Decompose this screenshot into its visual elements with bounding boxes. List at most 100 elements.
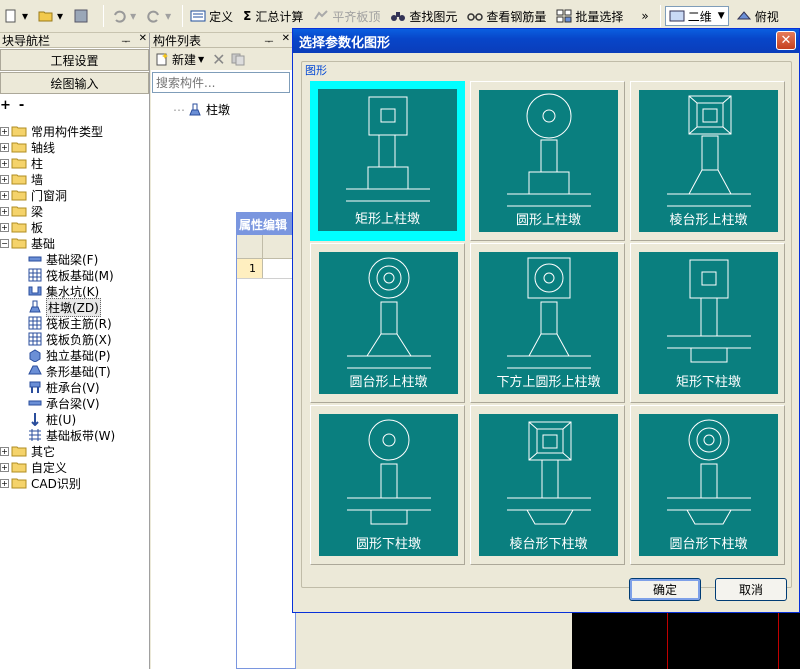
pin-icon[interactable]: ᅮ bbox=[264, 33, 273, 48]
toolbar-overflow-button[interactable]: » bbox=[638, 5, 651, 27]
collapse-icon[interactable]: − bbox=[0, 238, 9, 248]
tree-item-row[interactable]: 条形基础(T) bbox=[0, 363, 150, 379]
tree-item-row[interactable]: 桩承台(V) bbox=[0, 379, 150, 395]
undo-button[interactable]: ▾ bbox=[108, 5, 139, 27]
view-mode-value: 二维 bbox=[687, 9, 712, 24]
tree-item-row[interactable]: 筏板主筋(R) bbox=[0, 315, 150, 331]
tree-item-row[interactable]: 桩(U) bbox=[0, 411, 150, 427]
folder-icon bbox=[11, 142, 27, 153]
undo-icon bbox=[114, 10, 126, 23]
shape-option[interactable]: 下方上圆形上柱墩 bbox=[470, 243, 625, 403]
expand-icon[interactable]: + bbox=[0, 158, 9, 168]
flat-top-button[interactable]: 平齐板顶 bbox=[310, 5, 383, 27]
shape-option[interactable]: 圆台形上柱墩 bbox=[310, 243, 465, 403]
tree-folder-row[interactable]: + 梁 bbox=[0, 203, 150, 219]
tree-item-label: 自定义 bbox=[31, 460, 68, 475]
tree-item-row[interactable]: 基础梁(F) bbox=[0, 251, 150, 267]
tree-item-label: 柱 bbox=[31, 156, 44, 171]
delete-icon[interactable]: ✕ bbox=[212, 50, 225, 69]
drawing-input-button[interactable]: 绘图输入 bbox=[0, 72, 149, 94]
copy-icon[interactable] bbox=[230, 52, 246, 66]
expand-icon[interactable]: + bbox=[0, 142, 9, 152]
cancel-button[interactable]: 取消 bbox=[715, 578, 787, 601]
tree-item-row[interactable]: 承台梁(V) bbox=[0, 395, 150, 411]
tree-item-label: 轴线 bbox=[31, 140, 56, 155]
nav-panel-title: 块导航栏 ᅮ ✕ bbox=[0, 33, 149, 48]
component-search-input[interactable] bbox=[156, 75, 286, 90]
folder-icon bbox=[11, 222, 27, 233]
find-element-button[interactable]: 查找图元 bbox=[387, 5, 460, 27]
tree-tools: + - bbox=[0, 95, 149, 115]
tree-item-row[interactable]: 筏板基础(M) bbox=[0, 267, 150, 283]
find-element-label: 查找图元 bbox=[409, 9, 458, 24]
dialog-title-bar: 选择参数化图形 ✕ bbox=[293, 29, 799, 53]
tree-folder-row[interactable]: + 其它 bbox=[0, 443, 150, 459]
pin-icon[interactable]: ᅮ bbox=[121, 33, 130, 48]
tree-folder-row[interactable]: + 轴线 bbox=[0, 139, 150, 155]
shape-option[interactable]: 圆台形下柱墩 bbox=[630, 405, 785, 565]
component-type-icon bbox=[28, 365, 42, 375]
shape-option[interactable]: 圆形下柱墩 bbox=[310, 405, 465, 565]
collapse-all-icon[interactable]: - bbox=[19, 98, 24, 113]
expand-icon[interactable]: + bbox=[0, 446, 9, 456]
shape-option[interactable]: 棱台形上柱墩 bbox=[630, 81, 785, 241]
project-settings-button[interactable]: 工程设置 bbox=[0, 49, 149, 71]
save-icon bbox=[74, 9, 88, 23]
expand-icon[interactable]: + bbox=[0, 478, 9, 488]
view-rebar-button[interactable]: 查看钢筋量 bbox=[464, 5, 549, 27]
new-component-button[interactable]: 新建 ▼ bbox=[154, 51, 204, 68]
expand-icon[interactable]: + bbox=[0, 190, 9, 200]
new-file-button[interactable]: ▾ bbox=[0, 5, 31, 27]
save-button[interactable] bbox=[70, 5, 95, 27]
grid-line bbox=[778, 612, 779, 669]
tree-folder-row[interactable]: + 墙 bbox=[0, 171, 150, 187]
component-type-icon bbox=[29, 381, 41, 393]
redo-button[interactable]: ▾ bbox=[143, 5, 174, 27]
list-item[interactable]: ⋯ 柱墩 bbox=[173, 101, 230, 118]
list-item-label: 柱墩 bbox=[206, 103, 231, 117]
tree-folder-row[interactable]: + 柱 bbox=[0, 155, 150, 171]
shape-option[interactable]: 圆形上柱墩 bbox=[470, 81, 625, 241]
shape-preview: 棱台形上柱墩 bbox=[639, 90, 778, 232]
tree-item-label: 基础梁(F) bbox=[46, 252, 99, 267]
close-icon[interactable]: ✕ bbox=[282, 33, 290, 48]
tree-folder-row[interactable]: + CAD识别 bbox=[0, 475, 150, 491]
drawing-canvas[interactable] bbox=[572, 612, 800, 669]
shape-option[interactable]: 矩形下柱墩 bbox=[630, 243, 785, 403]
tree-item-label: 门窗洞 bbox=[31, 188, 68, 203]
tree-folder-row[interactable]: + 板 bbox=[0, 219, 150, 235]
expand-icon[interactable]: + bbox=[0, 222, 9, 232]
define-button[interactable]: 定义 bbox=[187, 5, 236, 27]
view-mode-select[interactable]: 二维 ▼ bbox=[664, 6, 729, 26]
tree-folder-row[interactable]: + 门窗洞 bbox=[0, 187, 150, 203]
expand-icon[interactable]: + bbox=[0, 126, 9, 136]
row-number: 1 bbox=[237, 259, 263, 278]
shape-option[interactable]: 矩形上柱墩 bbox=[310, 81, 465, 241]
view-angle-select[interactable]: 俯视 bbox=[733, 5, 782, 27]
sum-calc-button[interactable]: Σ 汇总计算 bbox=[240, 5, 306, 27]
view-angle-value: 俯视 bbox=[754, 9, 779, 24]
table-row[interactable]: 1 bbox=[237, 259, 295, 279]
tree-item-row[interactable]: 基础板带(W) bbox=[0, 427, 150, 443]
expand-icon[interactable]: + bbox=[0, 206, 9, 216]
open-button[interactable]: ▾ bbox=[35, 5, 66, 27]
expand-icon[interactable]: + bbox=[0, 174, 9, 184]
glasses-icon bbox=[467, 13, 484, 21]
tree-folder-row[interactable]: + 常用构件类型 bbox=[0, 123, 150, 139]
close-icon[interactable]: ✕ bbox=[139, 33, 147, 48]
tree-folder-row[interactable]: + 自定义 bbox=[0, 459, 150, 475]
tree-item-row[interactable]: 筏板负筋(X) bbox=[0, 331, 150, 347]
expand-icon[interactable]: + bbox=[0, 462, 9, 472]
component-type-icon bbox=[28, 316, 42, 330]
tree-item-row[interactable]: 柱墩(ZD) bbox=[0, 297, 150, 317]
shape-option[interactable]: 棱台形下柱墩 bbox=[470, 405, 625, 565]
expand-all-icon[interactable]: + bbox=[0, 98, 11, 113]
ok-button[interactable]: 确定 bbox=[629, 578, 701, 601]
property-table-header bbox=[237, 235, 295, 259]
dialog-close-button[interactable]: ✕ bbox=[776, 31, 796, 50]
tree-folder-row[interactable]: − 基础 bbox=[0, 235, 150, 251]
document-icon bbox=[5, 9, 16, 23]
shape-preview: 矩形上柱墩 bbox=[318, 89, 457, 231]
tree-item-row[interactable]: 独立基础(P) bbox=[0, 347, 150, 363]
batch-select-button[interactable]: 批量选择 bbox=[553, 5, 626, 27]
